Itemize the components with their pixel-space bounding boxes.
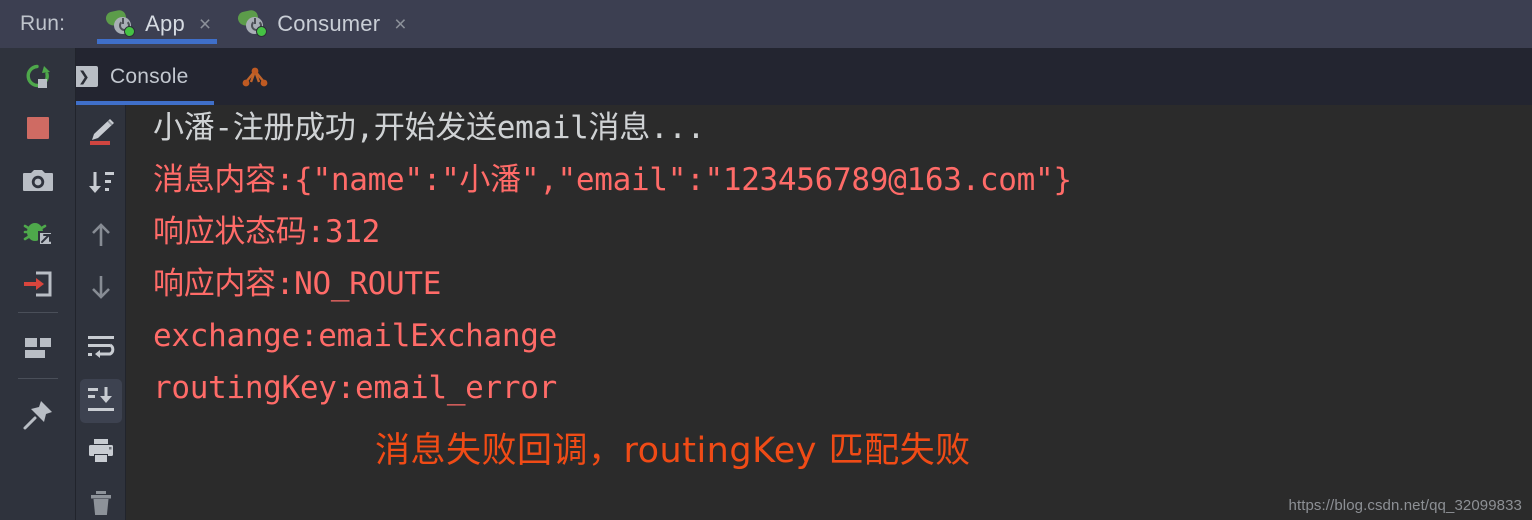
pin-icon [22, 399, 54, 436]
arrow-down-icon [88, 273, 114, 306]
pencil-marker-icon [86, 116, 116, 151]
thread-dump-button[interactable] [14, 262, 62, 310]
console-line: 响应状态码:312 [153, 214, 380, 250]
toolbar-separator [18, 378, 58, 379]
debug-attach-button[interactable] [14, 210, 62, 258]
rerun-button[interactable] [14, 56, 62, 104]
spring-boot-icon [104, 9, 136, 37]
stop-red-square-icon [23, 113, 53, 148]
pin-tab-button[interactable] [14, 393, 62, 441]
next-occurrence-button[interactable] [80, 267, 122, 311]
run-tool-window: Run: App × Consumer × Console [0, 0, 1532, 520]
tab-endpoints[interactable] [240, 48, 270, 105]
toolbar-divider [125, 105, 126, 520]
watermark: https://blog.csdn.net/qq_32099833 [1288, 497, 1522, 514]
rerun-green-arrow-icon [22, 62, 54, 99]
clear-all-button[interactable] [80, 483, 122, 520]
print-button[interactable] [80, 431, 122, 475]
console-actions-toolbar [76, 105, 126, 520]
soft-wrap-icon [86, 334, 116, 365]
scroll-to-end-button[interactable] [80, 379, 122, 423]
tab-console[interactable]: Console [72, 48, 215, 105]
annotation-text: 消息失败回调，routingKey 匹配失败 [375, 431, 971, 471]
run-tab-app-label: App [145, 11, 185, 36]
printer-icon [86, 437, 116, 470]
console-line: 消息内容:{"name":"小潘","email":"123456789@163… [153, 162, 1072, 198]
sort-button[interactable] [80, 163, 122, 207]
camera-icon [22, 166, 54, 199]
screenshot-button[interactable] [14, 158, 62, 206]
red-arrow-into-box-icon [22, 269, 54, 304]
run-toolwindow-header: Run: App × Consumer × [0, 0, 1532, 48]
scroll-to-end-icon [86, 385, 116, 418]
console-line: 响应内容:NO_ROUTE [153, 266, 442, 302]
console-tab-bar: Console [0, 48, 1532, 105]
endpoints-graph-icon [240, 65, 270, 89]
run-tab-app[interactable]: App × [91, 0, 223, 48]
console-line: routingKey:email_error [153, 370, 557, 406]
green-bug-attach-icon [22, 217, 54, 252]
spring-boot-icon [236, 9, 268, 37]
tab-console-label: Console [110, 64, 189, 88]
prev-occurrence-button[interactable] [80, 215, 122, 259]
arrow-up-icon [88, 221, 114, 254]
console-line: exchange:emailExchange [153, 318, 557, 354]
sort-descending-icon [86, 169, 116, 202]
stop-button[interactable] [14, 106, 62, 154]
soft-wrap-button[interactable] [80, 327, 122, 371]
close-icon[interactable]: × [199, 14, 211, 35]
run-label: Run: [20, 12, 66, 35]
run-actions-toolbar [0, 48, 76, 520]
toolbar-separator [18, 312, 58, 313]
restore-layout-icon [23, 335, 53, 366]
run-tab-consumer-label: Consumer [277, 11, 381, 36]
layout-button[interactable] [14, 326, 62, 374]
trash-icon [87, 489, 115, 520]
run-tab-consumer[interactable]: Consumer × [223, 0, 418, 48]
highlight-button[interactable] [80, 111, 122, 155]
console-line: 小潘-注册成功,开始发送email消息... [153, 110, 706, 146]
close-icon[interactable]: × [394, 14, 406, 35]
